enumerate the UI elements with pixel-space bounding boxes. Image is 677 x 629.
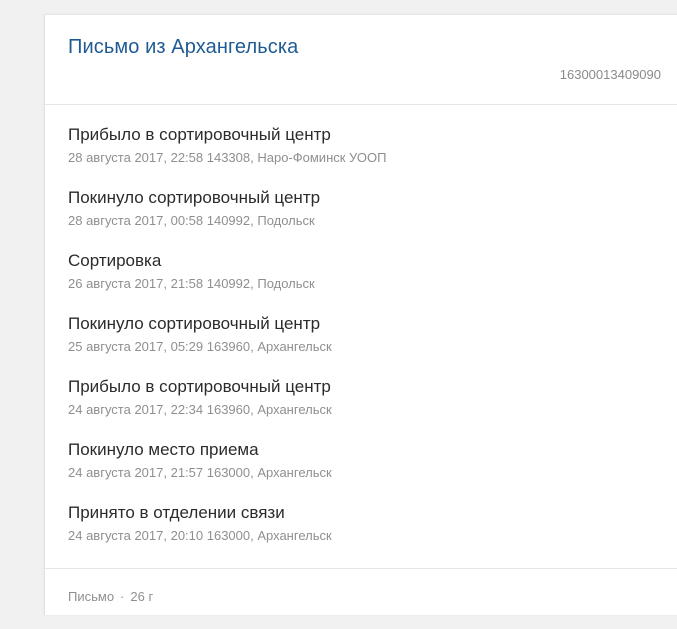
tracking-history: Прибыло в сортировочный центр 28 августа… [68, 125, 648, 566]
event-meta: 24 августа 2017, 21:57 163000, Архангель… [68, 465, 332, 480]
event-title: Покинуло сортировочный центр [68, 314, 321, 333]
event-meta: 24 августа 2017, 22:34 163960, Архангель… [68, 402, 332, 417]
shipment-type: Письмо [68, 589, 115, 604]
shipment-weight: 26 г [130, 589, 154, 604]
card-footer: Письмо · 26 г [45, 568, 677, 629]
history-event: Прибыло в сортировочный центр 28 августа… [68, 125, 648, 188]
event-meta: 28 августа 2017, 00:58 140992, Подольск [68, 213, 315, 228]
event-meta: 24 августа 2017, 20:10 163000, Архангель… [68, 528, 332, 543]
event-title: Прибыло в сортировочный центр [68, 377, 331, 396]
event-title: Прибыло в сортировочный центр [68, 125, 331, 144]
event-title: Покинуло место приема [68, 440, 259, 459]
event-title: Покинуло сортировочный центр [68, 188, 321, 207]
shipment-title: Письмо из Архангельска [68, 36, 299, 58]
tracking-number[interactable]: 16300013409090 [560, 67, 661, 82]
history-event: Сортировка 26 августа 2017, 21:58 140992… [68, 251, 648, 314]
separator: · [120, 589, 125, 604]
history-event: Покинуло сортировочный центр 25 августа … [68, 314, 648, 377]
event-title: Сортировка [68, 251, 162, 270]
event-meta: 25 августа 2017, 05:29 163960, Архангель… [68, 339, 332, 354]
event-title: Принято в отделении связи [68, 503, 285, 522]
history-event: Покинуло место приема 24 августа 2017, 2… [68, 440, 648, 503]
tracking-card: Письмо из Архангельска 16300013409090 Пр… [44, 14, 677, 615]
event-meta: 28 августа 2017, 22:58 143308, Наро-Фоми… [68, 150, 387, 165]
history-event: Прибыло в сортировочный центр 24 августа… [68, 377, 648, 440]
history-event: Покинуло сортировочный центр 28 августа … [68, 188, 648, 251]
shipment-details: Письмо · 26 г [68, 589, 153, 604]
event-meta: 26 августа 2017, 21:58 140992, Подольск [68, 276, 315, 291]
card-header: Письмо из Архангельска 16300013409090 [45, 15, 677, 105]
history-event: Принято в отделении связи 24 августа 201… [68, 503, 648, 566]
